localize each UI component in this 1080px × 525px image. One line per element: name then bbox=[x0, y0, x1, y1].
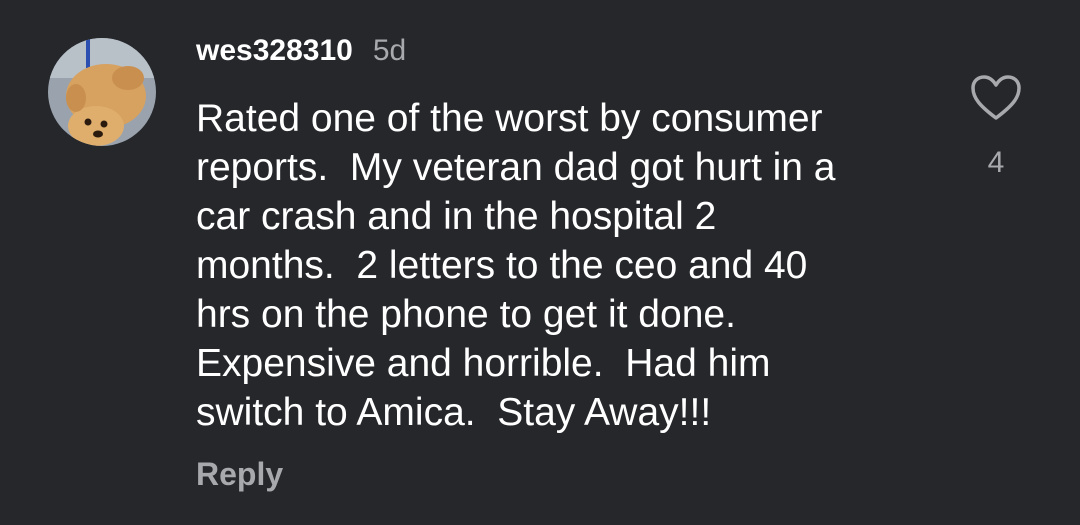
username[interactable]: wes328310 bbox=[196, 34, 353, 68]
comment-age: 5d bbox=[372, 34, 407, 67]
like-group: 4 bbox=[970, 74, 1022, 180]
comment-item: wes328310 5d Rated one of the worst by c… bbox=[0, 0, 1080, 525]
avatar-image bbox=[48, 38, 156, 146]
like-button[interactable] bbox=[970, 74, 1022, 122]
comment-header: wes328310 5d bbox=[196, 34, 406, 74]
heart-outline-icon bbox=[971, 75, 1021, 120]
reply-button[interactable]: Reply bbox=[196, 456, 283, 493]
comment-text: Rated one of the worst by consumer repor… bbox=[196, 97, 836, 434]
avatar[interactable] bbox=[48, 38, 156, 146]
like-count: 4 bbox=[987, 146, 1005, 179]
